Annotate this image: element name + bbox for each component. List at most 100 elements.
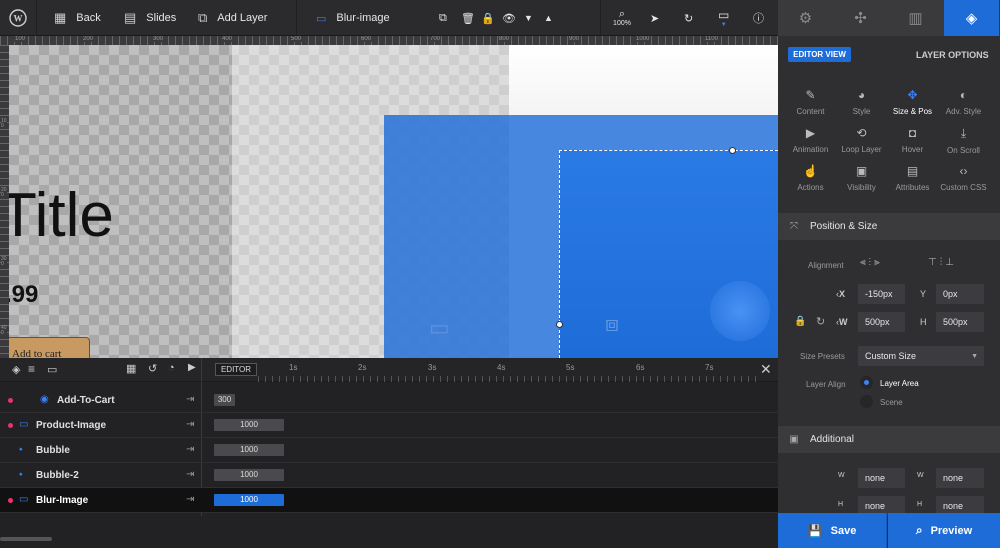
delete-icon[interactable]: 🗑 xyxy=(461,0,475,36)
option-content[interactable]: ✎ Content xyxy=(783,88,838,116)
option-style[interactable]: ◕ Style xyxy=(834,88,889,116)
gear-icon: ⚙ xyxy=(798,10,813,27)
duration-bar[interactable]: 300 xyxy=(214,394,235,406)
current-layer-selector[interactable]: ▭ Blur-image xyxy=(316,0,390,36)
layers-tab[interactable]: ◈ xyxy=(944,0,999,36)
slides-button[interactable]: ▤ Slides xyxy=(124,0,176,36)
chevron-down-icon: ▼ xyxy=(971,352,978,360)
grid-toggle-icon[interactable]: ▦ xyxy=(126,362,136,375)
option-on-scroll[interactable]: ⤓ On Scroll xyxy=(936,126,991,155)
option-hover[interactable]: ◘ Hover xyxy=(885,126,940,154)
layer-options-title[interactable]: LAYER OPTIONS xyxy=(916,50,989,60)
circle-icon: ◉ xyxy=(40,394,49,405)
pin-icon[interactable]: ⇥ xyxy=(186,419,194,430)
desktop-view-icon[interactable]: ▭ ▼ xyxy=(718,0,729,36)
duration-bar[interactable]: 1000 xyxy=(214,494,284,506)
min-height-label: H xyxy=(838,501,844,508)
layer-name: Bubble xyxy=(36,445,70,456)
option-size-pos[interactable]: ✥ Size & Pos xyxy=(885,88,940,116)
settings-tab[interactable]: ⚙ xyxy=(778,0,833,36)
visibility-toggle-icon[interactable]: 👁 xyxy=(502,0,516,36)
horizontal-scrollbar[interactable] xyxy=(0,537,52,541)
timer-icon[interactable]: ◔ xyxy=(168,362,175,374)
move-icon: ✥ xyxy=(907,88,918,102)
option-attributes[interactable]: ▤ Attributes xyxy=(885,164,940,192)
back-button[interactable]: ▦ Back xyxy=(54,0,101,36)
option-loop-layer[interactable]: ⟲ Loop Layer xyxy=(834,126,889,154)
image-icon: ▭ xyxy=(19,494,29,505)
duplicate-icon[interactable]: ⧉ xyxy=(439,0,447,36)
image-icon: ▭ xyxy=(19,419,29,430)
option-custom-css[interactable]: ‹› Custom CSS xyxy=(936,164,991,192)
pin-icon[interactable]: ⇥ xyxy=(186,394,194,405)
horizontal-align-buttons[interactable]: ⫷⫶⫸ xyxy=(860,257,883,268)
min-width-input[interactable]: none xyxy=(858,468,905,488)
timeline-row-add-to-cart[interactable]: ◉ Add-To-Cart ⇥ 300 xyxy=(0,388,778,413)
pointer-icon[interactable]: ➤ xyxy=(650,0,659,36)
option-visibility[interactable]: ▣ Visibility xyxy=(834,164,889,192)
option-actions[interactable]: ☝ Actions xyxy=(783,164,838,192)
additional-section-header[interactable]: ▣ Additional xyxy=(778,426,1000,453)
timeline-row-product-image[interactable]: ▭ Product-Image ⇥ 1000 xyxy=(0,413,778,438)
move-down-icon[interactable]: ▼ xyxy=(524,0,533,36)
slide-canvas[interactable]: Title .99 Add to cart ⧈ ▭ xyxy=(9,45,778,358)
zoom-control[interactable]: ⌕ 100% xyxy=(610,0,634,36)
y-position-input[interactable]: 0px xyxy=(936,284,984,304)
layers-stack-icon[interactable]: ◈ xyxy=(12,363,20,376)
pin-icon[interactable]: ⇥ xyxy=(186,444,194,455)
duration-bar[interactable]: 1000 xyxy=(214,419,284,431)
option-adv-style[interactable]: ◐ Adv. Style xyxy=(936,88,991,116)
pin-icon[interactable]: ⇥ xyxy=(186,494,194,505)
max-width-input[interactable]: none xyxy=(936,468,984,488)
folder-icon[interactable]: ▭ xyxy=(47,363,57,376)
size-presets-select[interactable]: Custom Size ▼ xyxy=(858,346,984,366)
wordpress-logo-icon[interactable]: W xyxy=(8,0,28,36)
vertical-align-buttons[interactable]: ⊤⫶⊥ xyxy=(928,257,957,268)
snap-icon[interactable]: ↺ xyxy=(148,362,157,375)
resize-handle[interactable] xyxy=(729,147,736,154)
layer-dot xyxy=(8,423,13,428)
resize-handle[interactable] xyxy=(556,321,563,328)
height-input[interactable]: 500px xyxy=(936,312,984,332)
duration-bar[interactable]: 1000 xyxy=(214,444,284,456)
preview-button[interactable]: ⌕ Preview xyxy=(888,513,1000,548)
ruler-mark: 900 xyxy=(568,36,581,42)
w-label: ‹W xyxy=(836,317,848,327)
timeline-row-blur-image[interactable]: ▭ Blur-Image ⇥ 1000 xyxy=(0,488,778,513)
save-button[interactable]: 💾 Save xyxy=(778,513,887,548)
scene-radio[interactable] xyxy=(860,395,873,408)
lock-ratio-icon[interactable]: 🔒 xyxy=(794,316,806,327)
undo-icon[interactable]: ↻ xyxy=(684,0,693,36)
timeline-tick: 3s xyxy=(428,363,437,372)
play-timeline-icon[interactable]: ▶ xyxy=(188,362,196,373)
move-up-icon[interactable]: ▲ xyxy=(544,0,553,36)
help-icon[interactable]: ⓘ xyxy=(753,0,764,36)
slides-tab[interactable]: ▥ xyxy=(888,0,943,36)
editor-view-button[interactable]: EDITOR VIEW xyxy=(788,47,851,62)
timeline-row-bubble-2[interactable]: ⬩ Bubble-2 ⇥ 1000 xyxy=(0,463,778,488)
price-text-layer[interactable]: .99 xyxy=(9,281,38,309)
add-to-cart-layer[interactable]: Add to cart xyxy=(9,337,90,358)
layer-area-option[interactable]: Layer Area xyxy=(880,379,919,388)
option-animation[interactable]: ▶ Animation xyxy=(783,126,838,154)
editor-badge[interactable]: EDITOR xyxy=(215,363,257,376)
pin-icon[interactable]: ⇥ xyxy=(186,469,194,480)
blur-image-layer[interactable]: ⧈ xyxy=(556,147,778,358)
scene-option[interactable]: Scene xyxy=(880,398,903,407)
position-size-section-header[interactable]: ⤧ Position & Size xyxy=(778,213,1000,240)
width-input[interactable]: 500px xyxy=(858,312,905,332)
timeline-row-bubble[interactable]: ⬩ Bubble ⇥ 1000 xyxy=(0,438,778,463)
layer-area-radio[interactable] xyxy=(860,376,873,389)
x-position-input[interactable]: -150px xyxy=(858,284,905,304)
play-icon: ▶ xyxy=(805,126,816,140)
add-layer-button[interactable]: ⧉ Add Layer xyxy=(198,0,267,36)
close-timeline-icon[interactable]: ✕ xyxy=(760,361,772,378)
duration-bar[interactable]: 1000 xyxy=(214,469,284,481)
reset-size-icon[interactable]: ↻ xyxy=(816,315,825,328)
navigation-tab[interactable]: ✣ xyxy=(833,0,888,36)
title-text-layer[interactable]: Title xyxy=(9,185,114,247)
list-icon[interactable]: ≡ xyxy=(28,362,35,376)
lock-icon[interactable]: 🔒 xyxy=(481,0,495,36)
placeholder-icon: ▭ xyxy=(429,315,450,340)
grid-icon: ▦ xyxy=(54,10,67,25)
